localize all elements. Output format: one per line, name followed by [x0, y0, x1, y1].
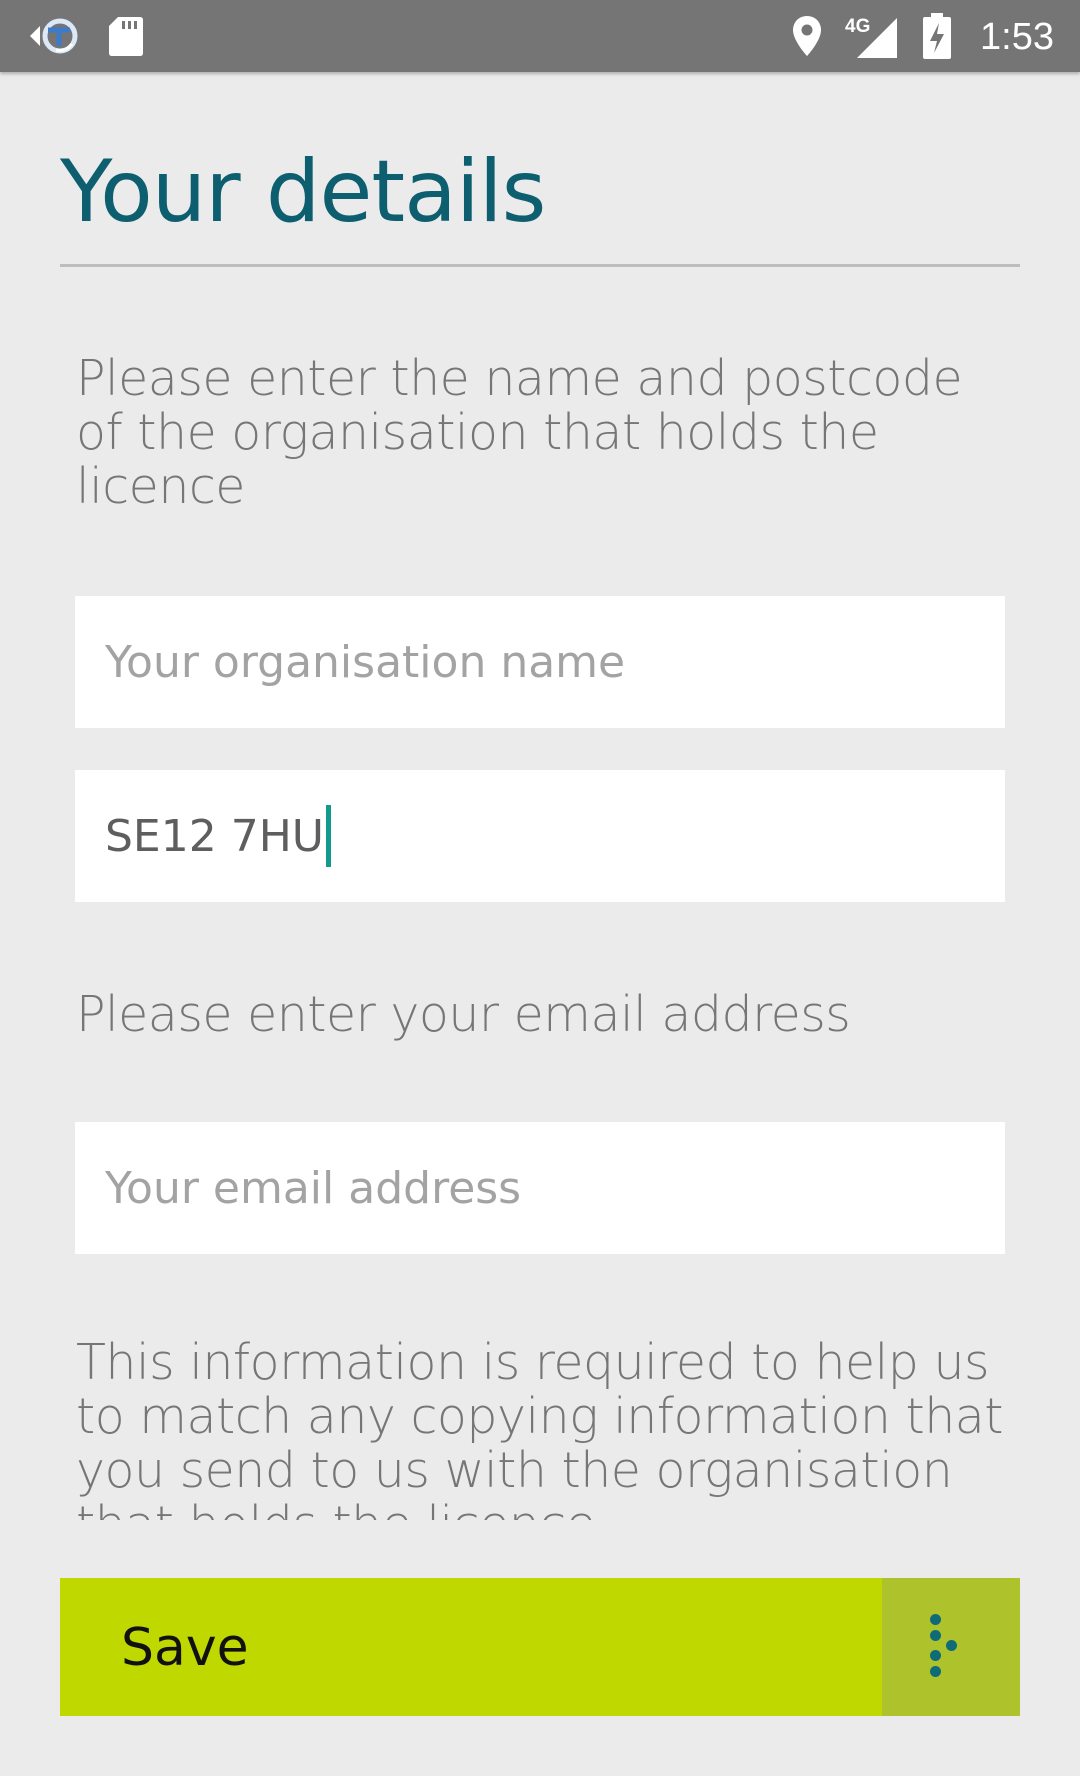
chevron-dot [930, 1666, 941, 1677]
app-notification-icon [24, 0, 82, 72]
sd-card-icon [106, 0, 146, 72]
dotted-chevron-right-icon[interactable] [882, 1578, 1020, 1716]
chevron-dot [930, 1630, 941, 1641]
page-title: Your details [60, 142, 546, 242]
save-button-label: Save [121, 1618, 249, 1678]
save-button[interactable]: Save [60, 1578, 1020, 1716]
signal-icon: 4G [842, 0, 900, 72]
text-caret [326, 805, 331, 867]
organisation-name-input[interactable] [105, 636, 975, 688]
info-text: This information is required to help us … [76, 1336, 1004, 1520]
chevron-dot [930, 1650, 941, 1661]
organisation-instruction: Please enter the name and postcode of th… [76, 350, 963, 515]
chevron-dot [930, 1614, 941, 1625]
status-time: 1:53 [980, 16, 1054, 58]
email-input[interactable] [105, 1162, 975, 1214]
chevron-dot [946, 1640, 957, 1651]
status-bar: 4G 1:53 [0, 0, 1080, 72]
title-divider [60, 264, 1020, 267]
email-instruction: Please enter your email address [76, 986, 851, 1043]
location-icon [788, 0, 826, 72]
info-scroll-region[interactable]: This information is required to help us … [76, 1336, 1016, 1520]
organisation-name-field[interactable] [75, 596, 1005, 728]
battery-charging-icon [920, 0, 954, 72]
email-field[interactable] [75, 1122, 1005, 1254]
postcode-input[interactable]: SE12 7HU [105, 811, 324, 862]
postcode-field[interactable]: SE12 7HU [75, 770, 1005, 902]
network-type-label: 4G [845, 16, 870, 37]
